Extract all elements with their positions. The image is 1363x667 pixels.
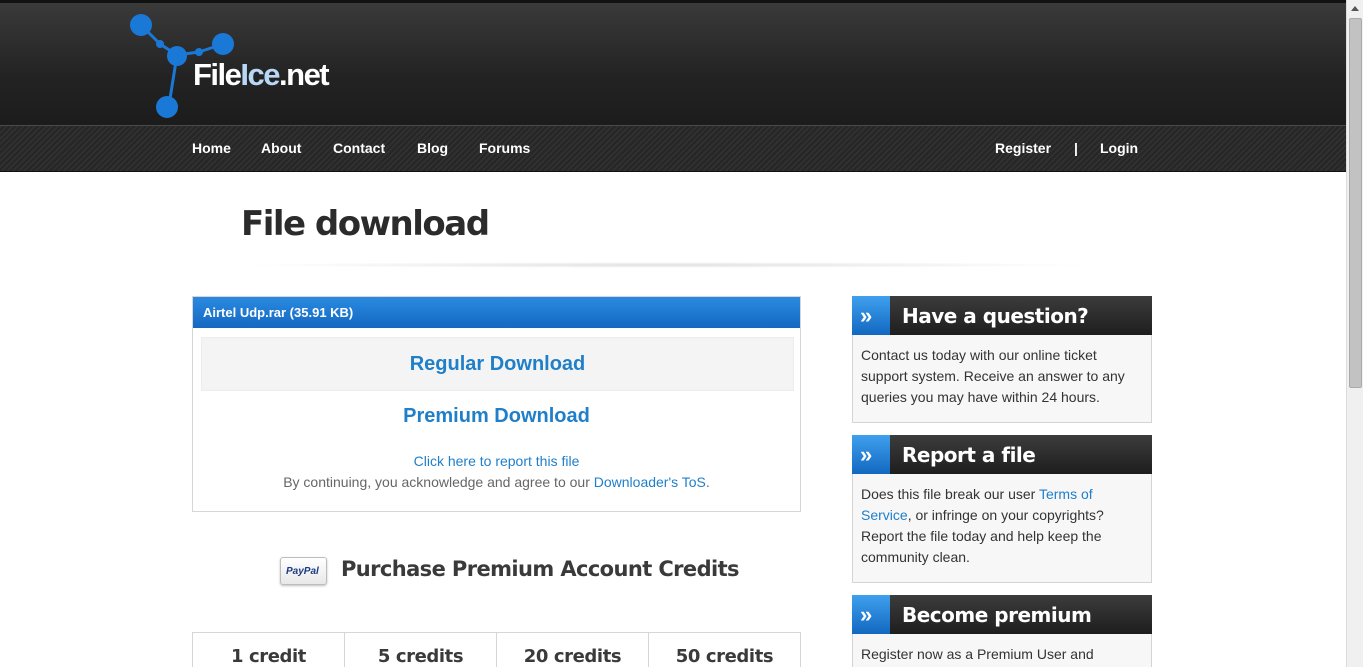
nav-contact[interactable]: Contact [333,140,385,156]
sidebar-question-box: » Have a question? Contact us today with… [852,296,1152,423]
double-chevron-icon: » [852,435,890,474]
title-divider [236,262,1096,268]
main-nav: Home About Contact Blog Forums Register … [0,125,1346,172]
sidebar-premium-text: Register now as a Premium User and [861,646,1094,662]
tos-notice: By continuing, you acknowledge and agree… [193,474,800,490]
sidebar-premium-title: Become premium [902,602,1092,627]
sidebar-report-header: » Report a file [852,435,1152,474]
sidebar-premium-header: » Become premium [852,595,1152,634]
scrollbar-thumb[interactable] [1349,18,1362,388]
sidebar-report-box: » Report a file Does this file break our… [852,435,1152,583]
paypal-badge-text: PayPal [286,566,319,577]
scroll-up-arrow-icon[interactable] [1347,0,1363,17]
sidebar-report-text: Does this file break our user Terms of S… [861,486,1104,565]
credits-options: 1 credit 5 credits 20 credits 50 credits [192,632,801,667]
sidebar-report-title: Report a file [902,442,1036,467]
credit-option-1[interactable]: 1 credit [193,633,345,667]
logo-wordmark: FileIce.net [193,57,330,93]
nav-blog[interactable]: Blog [417,140,448,156]
tos-suffix: . [705,474,710,490]
nav-separator: | [1074,140,1078,156]
double-chevron-icon: » [852,296,890,335]
page-title: File download [241,204,490,244]
site-logo[interactable]: FileIce.net [127,11,330,121]
tos-prefix: By continuing, you acknowledge and agree… [283,474,594,490]
logo-file: File [193,57,242,92]
sidebar-question-header: » Have a question? [852,296,1152,335]
regular-download-button[interactable]: Regular Download [201,337,794,391]
nav-login[interactable]: Login [1100,140,1138,156]
credit-option-20[interactable]: 20 credits [497,633,649,667]
nav-about[interactable]: About [261,140,301,156]
credit-option-5[interactable]: 5 credits [345,633,497,667]
logo-ice: Ice [240,57,280,92]
purchase-title: Purchase Premium Account Credits [341,557,740,581]
logo-net: .net [279,57,330,92]
download-panel: Airtel Udp.rar (35.91 KB) Regular Downlo… [192,296,801,512]
sidebar-question-title: Have a question? [902,303,1089,328]
premium-download-button[interactable]: Premium Download [193,405,800,428]
sidebar-premium-box: » Become premium Register now as a Premi… [852,595,1152,667]
site-header: FileIce.net [0,0,1346,125]
report-file-link[interactable]: Click here to report this file [193,453,800,469]
tos-link[interactable]: Downloader's ToS [594,474,706,490]
nav-home[interactable]: Home [192,140,231,156]
sidebar-question-text: Contact us today with our online ticket … [861,347,1125,405]
page-viewport: FileIce.net Home About Contact Blog Foru… [0,0,1363,667]
regular-download-label: Regular Download [409,353,586,375]
file-name-header: Airtel Udp.rar (35.91 KB) [193,297,800,328]
double-chevron-icon: » [852,595,890,634]
nav-register[interactable]: Register [995,140,1051,156]
nav-forums[interactable]: Forums [479,140,530,156]
credit-option-50[interactable]: 50 credits [649,633,800,667]
page-scrollbar[interactable] [1346,0,1363,667]
paypal-icon: PayPal [280,557,327,585]
